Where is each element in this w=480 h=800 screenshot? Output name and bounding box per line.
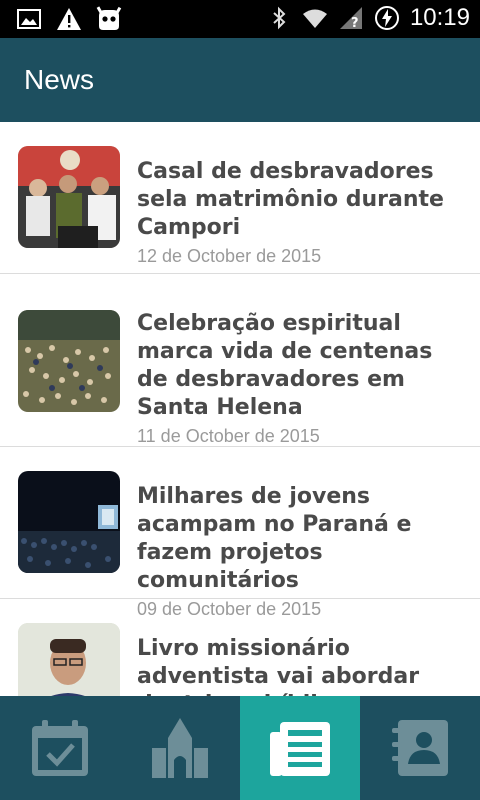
news-list[interactable]: Casal de desbravadores sela matrimônio d… [0,122,480,696]
tab-calendar[interactable] [0,696,120,800]
cyanogen-icon [96,6,122,30]
news-date: 12 de October de 2015 [137,246,322,266]
tab-contacts[interactable] [360,696,480,800]
wifi-icon [302,9,327,28]
news-item[interactable]: Casal de desbravadores sela matrimônio d… [0,122,480,274]
contacts-icon [392,720,448,776]
news-item[interactable]: Celebração espiritual marca vida de cent… [0,274,480,447]
portrait-photo-icon [18,623,120,696]
battery-charging-icon [374,6,399,30]
tab-news[interactable] [240,696,360,800]
news-title: Livro missionário adventista vai abordar… [137,636,420,696]
news-thumbnail [18,310,120,412]
newspaper-icon [270,722,330,776]
bottom-nav [0,696,480,800]
page-title: News [24,64,95,95]
church-icon [152,718,208,778]
news-date: 11 de October de 2015 [137,426,320,446]
status-time: 10:19 [409,4,470,31]
tab-churches[interactable] [120,696,240,800]
night-stage-photo-icon [18,471,120,573]
status-bar: ? 10:19 [0,0,480,38]
image-icon [17,9,41,29]
news-item[interactable]: Livro missionário adventista vai abordar… [0,599,480,696]
news-thumbnail [18,146,120,248]
svg-text:?: ? [351,16,359,31]
warning-icon [57,8,81,30]
news-thumbnail [18,471,120,573]
bluetooth-icon [273,6,286,30]
wedding-photo-icon [18,146,120,248]
crowd-photo-icon [18,310,120,412]
no-signal-icon: ? [339,7,362,31]
calendar-check-icon [32,720,88,776]
app-bar: News [0,38,480,122]
news-item[interactable]: Milhares de jovens acampam no Paraná e f… [0,447,480,619]
news-title: Casal de desbravadores sela matrimônio d… [137,159,444,240]
news-title: Celebração espiritual marca vida de cent… [137,311,433,420]
news-thumbnail [18,623,120,696]
news-title: Milhares de jovens acampam no Paraná e f… [137,484,412,593]
